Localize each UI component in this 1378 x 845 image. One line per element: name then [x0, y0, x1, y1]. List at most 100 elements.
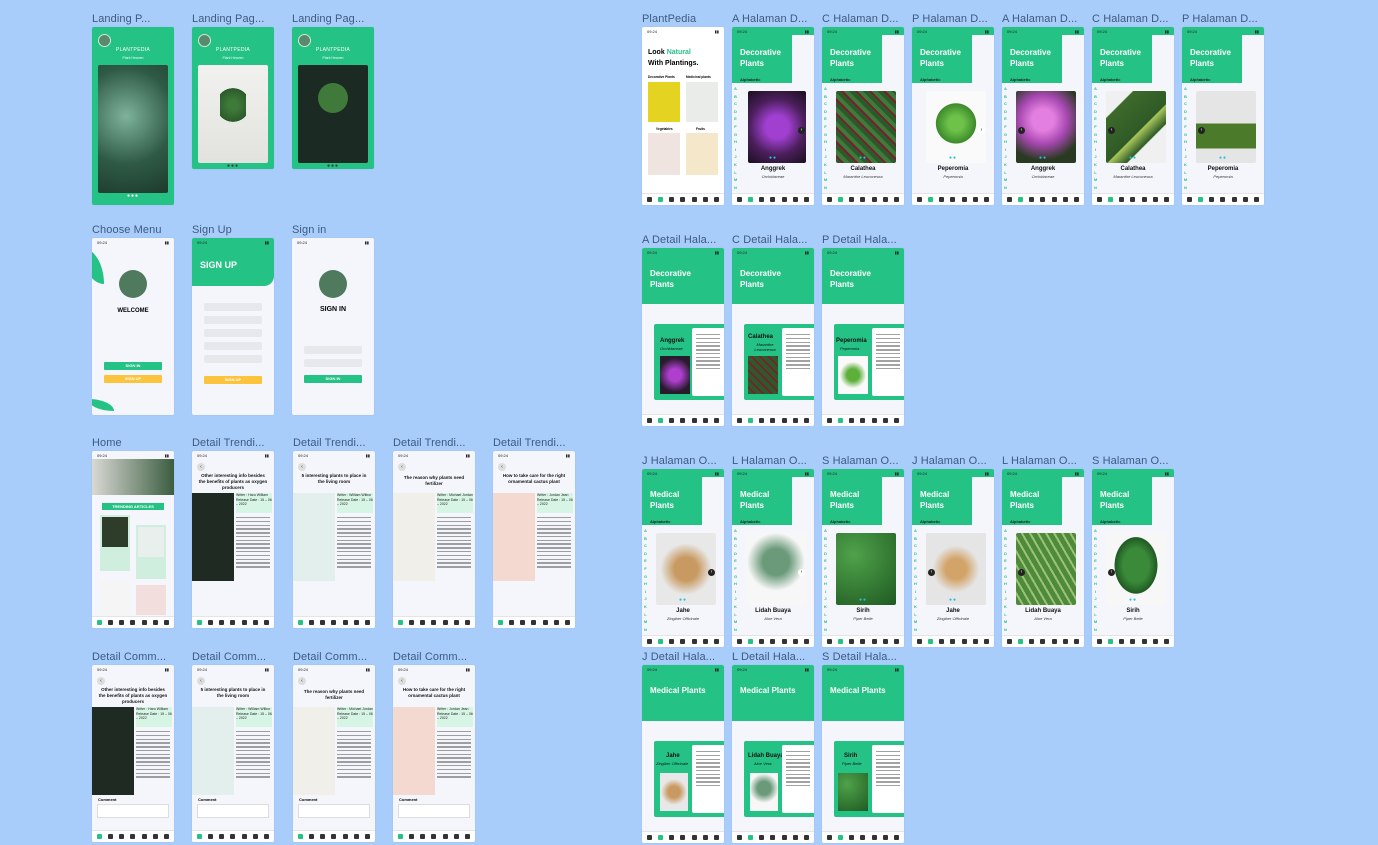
- prev-arrow-icon[interactable]: ‹: [1018, 569, 1025, 576]
- frame-a-halaman-1[interactable]: A Halaman D... 09:24 ▮▮ Decorative Plants…: [732, 13, 814, 205]
- bottom-nav[interactable]: [1182, 193, 1264, 205]
- bottom-nav[interactable]: [912, 193, 994, 205]
- plant-image[interactable]: [836, 91, 896, 163]
- frame-j-halaman-2[interactable]: J Halaman O... 09:24 ▮▮ Medical Plants Al…: [912, 455, 994, 647]
- sign-in-button[interactable]: SIGN IN: [104, 362, 162, 370]
- plant-image[interactable]: [1196, 91, 1256, 163]
- username-field[interactable]: [204, 303, 262, 311]
- carousel-dots[interactable]: ●●: [1002, 155, 1084, 161]
- article-card[interactable]: [100, 515, 130, 571]
- comment-input[interactable]: [97, 804, 169, 818]
- plant-image[interactable]: [1106, 91, 1166, 163]
- bottom-nav[interactable]: [912, 635, 994, 647]
- bottom-nav[interactable]: [92, 616, 174, 628]
- bottom-nav[interactable]: [732, 831, 814, 843]
- frame-l-halaman-2[interactable]: L Halaman O... 09:24 ▮▮ Medical Plants Al…: [1002, 455, 1084, 647]
- bottom-nav[interactable]: [822, 831, 904, 843]
- bottom-nav[interactable]: [493, 616, 575, 628]
- prev-arrow-icon[interactable]: ‹: [1198, 127, 1205, 134]
- frame-landing-1[interactable]: Landing P... PLANTPEDIA Plant Heaven ●●●: [92, 13, 174, 205]
- frame-p-halaman-2[interactable]: P Halaman D... 09:24 ▮▮ Decorative Plants…: [1182, 13, 1264, 205]
- bottom-nav[interactable]: [642, 193, 724, 205]
- frame-a-halaman-2[interactable]: A Halaman D... 09:24 ▮▮ Decorative Plants…: [1002, 13, 1084, 205]
- article-card[interactable]: [136, 585, 166, 615]
- bottom-nav[interactable]: [1092, 635, 1174, 647]
- comment-input[interactable]: [398, 804, 470, 818]
- frame-l-halaman-1[interactable]: L Halaman O... 09:24 ▮▮ Medical Plants Al…: [732, 455, 814, 647]
- bottom-nav[interactable]: [393, 616, 475, 628]
- frame-choose-menu[interactable]: Choose Menu 09:24 ▮▮ WELCOME SIGN IN SIGN…: [92, 224, 174, 415]
- bottom-nav[interactable]: [1092, 193, 1174, 205]
- frame-landing-3[interactable]: Landing Pag... PLANTPEDIA Plant Heaven ●…: [292, 13, 374, 169]
- frame-comm-4[interactable]: Detail Comm... 09:24 ▮▮ ‹ How to take car…: [393, 651, 475, 842]
- phone-field[interactable]: [204, 329, 262, 337]
- page-dots[interactable]: ●●●: [292, 163, 374, 169]
- prev-arrow-icon[interactable]: ‹: [1018, 127, 1025, 134]
- frame-s-halaman-1[interactable]: S Halaman O... 09:24 ▮▮ Medical Plants Al…: [822, 455, 904, 647]
- email-field[interactable]: [204, 316, 262, 324]
- frame-trend-1[interactable]: Detail Trendi... 09:24 ▮▮ ‹ Other interes…: [192, 437, 274, 628]
- category-fruits[interactable]: [686, 133, 718, 175]
- frame-trend-4[interactable]: Detail Trendi... 09:24 ▮▮ ‹ How to take c…: [493, 437, 575, 628]
- username-field[interactable]: [304, 346, 362, 354]
- plant-image[interactable]: [1016, 91, 1076, 163]
- comment-input[interactable]: [298, 804, 370, 818]
- bottom-nav[interactable]: [822, 635, 904, 647]
- frame-p-detail[interactable]: P Detail Hala... 09:24 ▮▮ Decorative Plan…: [822, 234, 904, 426]
- bottom-nav[interactable]: [393, 830, 475, 842]
- carousel-dots[interactable]: ●●: [822, 597, 904, 603]
- carousel-dots[interactable]: ●●: [912, 155, 994, 161]
- bottom-nav[interactable]: [92, 830, 174, 842]
- frame-trend-2[interactable]: Detail Trendi... 09:24 ▮▮ ‹ 5 interesting…: [293, 437, 375, 628]
- back-button[interactable]: ‹: [398, 463, 406, 471]
- frame-landing-2[interactable]: Landing Pag... PLANTPEDIA Plant Heaven ●…: [192, 13, 274, 169]
- prev-arrow-icon[interactable]: ‹: [928, 569, 935, 576]
- frame-trend-3[interactable]: Detail Trendi... 09:24 ▮▮ ‹ The reason wh…: [393, 437, 475, 628]
- bottom-nav[interactable]: [192, 616, 274, 628]
- bottom-nav[interactable]: [192, 830, 274, 842]
- bottom-nav[interactable]: [293, 616, 375, 628]
- sign-up-submit-button[interactable]: SIGN UP: [204, 376, 262, 384]
- carousel-dots[interactable]: ●●: [822, 155, 904, 161]
- next-arrow-icon[interactable]: ›: [798, 127, 805, 134]
- bottom-nav[interactable]: [732, 635, 814, 647]
- plant-image[interactable]: [926, 533, 986, 605]
- frame-comm-3[interactable]: Detail Comm... 09:24 ▮▮ ‹ The reason why …: [293, 651, 375, 842]
- frame-s-detail[interactable]: S Detail Hala... 09:24 ▮▮ Medical Plants …: [822, 651, 904, 843]
- frame-c-halaman-2[interactable]: C Halaman D... 09:24 ▮▮ Decorative Plants…: [1092, 13, 1174, 205]
- bottom-nav[interactable]: [293, 830, 375, 842]
- bottom-nav[interactable]: [642, 635, 724, 647]
- carousel-dots[interactable]: ●●: [1182, 155, 1264, 161]
- carousel-dots[interactable]: ●●: [642, 597, 724, 603]
- frame-c-halaman-1[interactable]: C Halaman D... 09:24 ▮▮ Decorative Plants…: [822, 13, 904, 205]
- back-button[interactable]: ‹: [197, 463, 205, 471]
- frame-j-detail[interactable]: J Detail Hala... 09:24 ▮▮ Medical Plants …: [642, 651, 724, 843]
- plant-image[interactable]: [748, 91, 806, 163]
- bottom-nav[interactable]: [732, 414, 814, 426]
- carousel-dots[interactable]: ●●: [1092, 597, 1174, 603]
- frame-sign-up[interactable]: Sign Up 09:24 ▮▮ SIGN UP SIGN UP: [192, 224, 274, 415]
- plant-image[interactable]: [656, 533, 716, 605]
- bottom-nav[interactable]: [822, 193, 904, 205]
- password-field[interactable]: [204, 342, 262, 350]
- frame-s-halaman-2[interactable]: S Halaman O... 09:24 ▮▮ Medical Plants Al…: [1092, 455, 1174, 647]
- carousel-dots[interactable]: ●●: [912, 597, 994, 603]
- password-field[interactable]: [304, 359, 362, 367]
- prev-arrow-icon[interactable]: ‹: [1108, 127, 1115, 134]
- back-button[interactable]: ‹: [498, 463, 506, 471]
- plant-image[interactable]: [926, 91, 986, 163]
- carousel-dots[interactable]: ●●: [732, 155, 814, 161]
- frame-l-detail[interactable]: L Detail Hala... 09:24 ▮▮ Medical Plants …: [732, 651, 814, 843]
- bottom-nav[interactable]: [1002, 193, 1084, 205]
- bottom-nav[interactable]: [822, 414, 904, 426]
- frame-j-halaman-1[interactable]: J Halaman O... 09:24 ▮▮ Medical Plants Al…: [642, 455, 724, 647]
- category-decorative[interactable]: [648, 82, 680, 122]
- page-dots[interactable]: ●●●: [92, 193, 174, 199]
- frame-comm-2[interactable]: Detail Comm... 09:24 ▮▮ ‹ 5 interesting p…: [192, 651, 274, 842]
- plant-image[interactable]: [746, 533, 806, 605]
- confirm-password-field[interactable]: [204, 355, 262, 363]
- plant-image[interactable]: [1106, 533, 1166, 605]
- frame-comm-1[interactable]: Detail Comm... 09:24 ▮▮ ‹ Other interesti…: [92, 651, 174, 842]
- bottom-nav[interactable]: [1002, 635, 1084, 647]
- bottom-nav[interactable]: [642, 414, 724, 426]
